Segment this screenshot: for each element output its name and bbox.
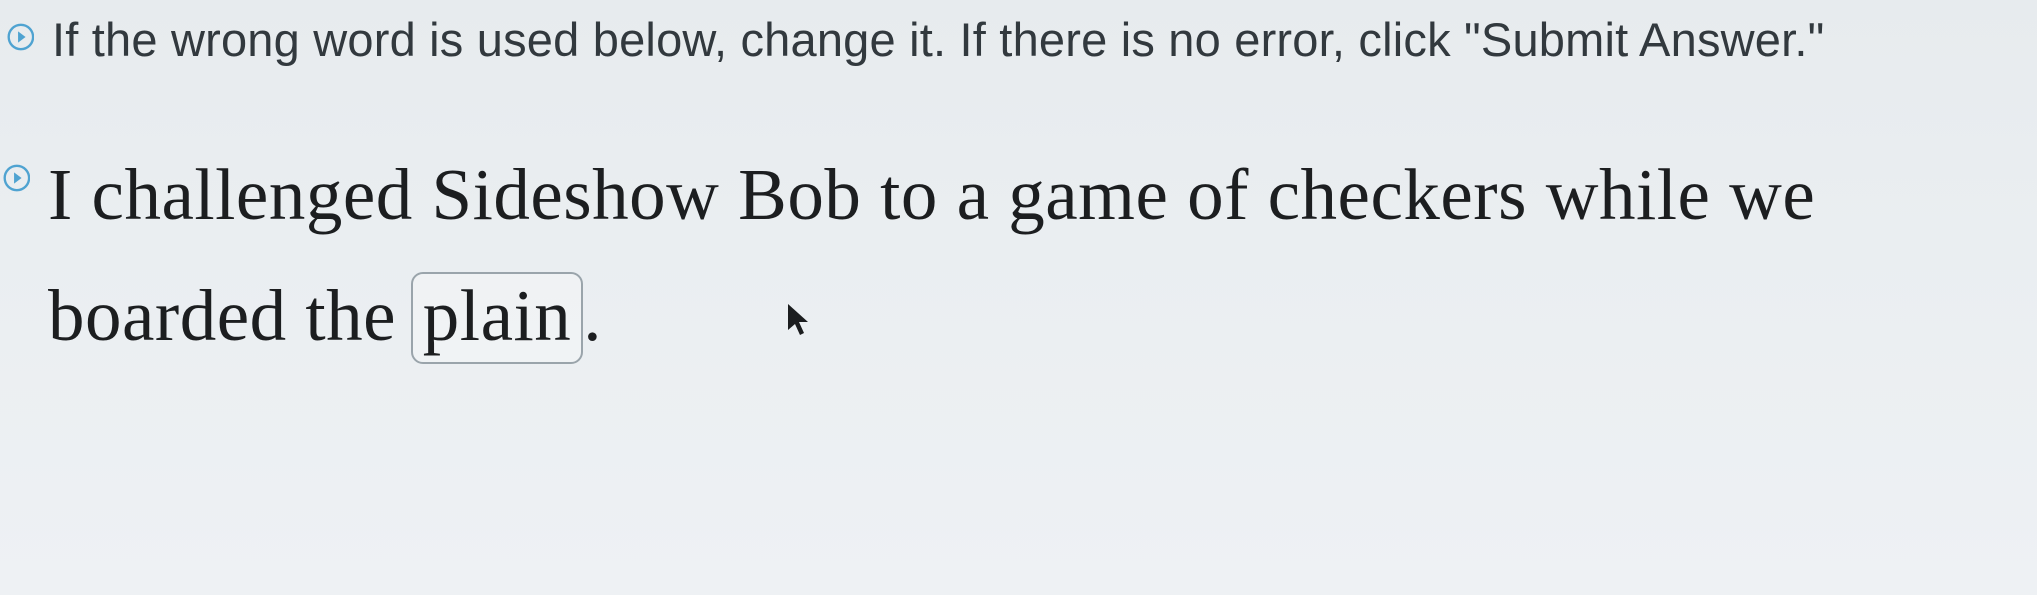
instruction-row: If the wrong word is used below, change …	[0, 0, 2037, 95]
sentence-suffix: .	[583, 275, 602, 356]
sentence-text: I challenged Sideshow Bob to a game of c…	[48, 135, 2013, 376]
sentence-row: I challenged Sideshow Bob to a game of c…	[0, 95, 2037, 376]
sentence-prefix: I challenged Sideshow Bob to a game of c…	[48, 154, 1815, 355]
instruction-text: If the wrong word is used below, change …	[52, 8, 1825, 71]
exercise-page: If the wrong word is used below, change …	[0, 0, 2037, 595]
chevron-circle-right-icon	[0, 143, 30, 213]
editable-word-input[interactable]: plain	[411, 272, 583, 364]
chevron-circle-right-icon	[4, 14, 34, 60]
